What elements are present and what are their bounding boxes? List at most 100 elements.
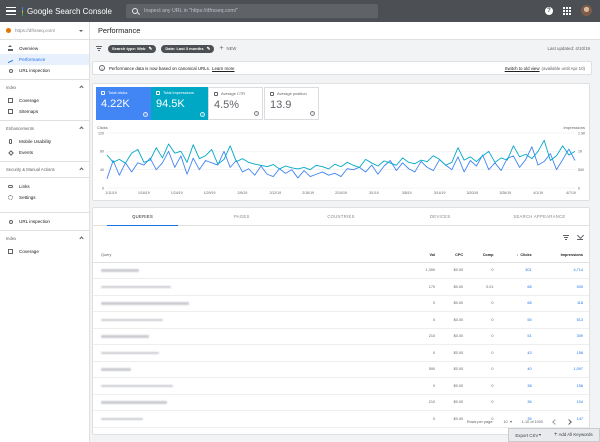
table-row[interactable]: 0 $0.00 0 55 513 [93,311,589,329]
date-range-chip[interactable]: Date: Last 3 months ✎ [161,44,215,53]
sidebar-item-events[interactable]: Events [0,147,89,158]
column-header-clicks[interactable]: ↓ Clicks [499,248,538,263]
performance-chart[interactable]: Clicks Impressions 120 1.5K80 1K40 5000 01/1… [93,124,589,200]
sidebar-item-url-inspection-2[interactable]: URL inspection [0,216,89,227]
filter-rows-icon[interactable] [563,235,569,240]
table-row[interactable]: 590 $0.00 0 40 1,097 [93,361,589,378]
avatar[interactable] [581,5,592,16]
sidebar-item-overview[interactable]: Overview [0,43,89,54]
chevron-up-icon [79,126,84,131]
section-label: Index [6,236,17,241]
column-header-impressions[interactable]: Impressions [537,248,589,263]
query-cell [93,311,413,329]
chevron-up-icon [79,236,84,241]
checkbox-icon [270,91,274,96]
sitemap-icon [8,109,13,114]
sort-arrow-icon: ↓ [516,252,519,257]
clicks-cell: 36 [499,394,538,411]
metric-total-impressions[interactable]: Total impressions 94.5K ? [151,87,208,120]
url-inspect-search[interactable] [126,4,378,18]
sidebar-item-coverage[interactable]: Coverage [0,95,89,106]
brand[interactable]: Google Search Console [22,6,112,16]
column-header-vol[interactable]: Vol [413,248,442,263]
sidebar-item-coverage-2[interactable]: Coverage [0,246,89,257]
table-row[interactable]: 210 $0.00 0 36 104 [93,394,589,411]
learn-more-link[interactable]: Learn more [212,66,234,71]
redacted-query-text [101,302,189,305]
help-icon[interactable]: ? [545,6,553,15]
search-type-chip[interactable]: Search type: Web ✎ [108,44,157,53]
table-row[interactable]: 0 $0.00 0 43 156 [93,344,589,362]
table-row[interactable]: 1,300 $0.00 0 301 4,714 [93,262,589,279]
sidebar-section-index-2[interactable]: Index [0,230,89,246]
gear-icon [8,195,13,200]
sidebar-item-sitemaps[interactable]: Sitemaps [0,106,89,117]
search-input[interactable] [144,8,364,14]
dimension-tabs: QUERIES PAGES COUNTRIES DEVICES SEARCH A… [93,208,589,226]
performance-card: Total clicks 4.22K ? Total impressions 9… [92,83,590,201]
column-header-query[interactable]: Query [93,248,413,263]
sidebar-item-settings[interactable]: Settings [0,192,89,203]
info-icon: i [99,65,105,71]
tab-queries[interactable]: QUERIES [93,208,192,226]
edit-icon: ✎ [206,45,211,51]
metric-average-ctr[interactable]: Average CTR 4.5% ? [208,87,263,120]
sidebar-item-mobile-usability[interactable]: Mobile Usability [0,136,89,147]
sidebar-item-links[interactable]: Links [0,181,89,192]
redacted-query-text [101,368,131,371]
tab-search-appearance[interactable]: SEARCH APPEARANCE [490,208,589,225]
table-row[interactable]: 0 $0.00 0 35 147 [93,410,589,428]
link-icon [8,184,13,189]
sidebar-section-enhancements[interactable]: Enhancements [0,120,89,136]
metric-total-clicks[interactable]: Total clicks 4.22K ? [96,87,151,120]
help-icon[interactable]: ? [254,111,259,116]
rows-per-page-select[interactable]: 10 [503,420,512,424]
tab-pages[interactable]: PAGES [192,208,291,225]
tab-devices[interactable]: DEVICES [391,208,490,225]
new-filter-button[interactable]: + NEW [219,45,236,52]
column-header-cpc[interactable]: CPC [441,248,470,263]
left-axis-label: Clicks [97,125,108,130]
property-selector[interactable]: https://dfrsseq.com/ [0,22,89,40]
old-view-availability: (available until Apr 10) [541,65,585,71]
x-tick-label: 2/16/19 [302,191,314,195]
chevron-up-icon [79,85,84,90]
edit-icon: ✎ [148,45,153,51]
prev-page-icon[interactable] [552,419,558,425]
table-row[interactable]: 170 $0.00 0.01 68 539 [93,278,589,296]
query-cell [93,328,413,345]
sidebar-item-url-inspection[interactable]: URL inspection [0,65,89,76]
comp-cell: 0 [469,295,500,312]
export-csv-button[interactable]: Export CSV [515,433,542,438]
series-line-impressions[interactable] [106,139,576,171]
table-body: 1,300 $0.00 0 301 4,714 170 $0.00 0.01 68 539 0 $0.… [93,262,589,428]
table-row[interactable]: 0 $0.00 0 68 118 [93,295,589,312]
x-tick-label: 3/14/19 [434,191,446,195]
left-tick-label: 80 [100,150,104,154]
column-header-comp[interactable]: Comp [469,248,500,263]
tab-countries[interactable]: COUNTRIES [291,208,390,225]
sidebar-item-performance[interactable]: Performance [0,54,89,65]
sidebar-section-index[interactable]: Index [0,79,89,95]
table-row[interactable]: 0 $0.00 0 38 156 [93,377,589,395]
checkbox-icon [101,90,105,95]
impressions-cell: 1,097 [537,361,589,378]
filter-icon[interactable] [96,46,102,51]
sidebar-section-security[interactable]: Security & Manual Actions [0,161,89,177]
rows-per-page-value: 10 [503,420,508,424]
menu-icon[interactable] [6,7,16,15]
metric-average-position[interactable]: Average position 13.9 ? [264,87,319,120]
apps-grid-icon[interactable] [563,6,571,15]
add-all-keywords-button[interactable]: +Add All Keywords [554,432,593,438]
query-cell [93,377,413,395]
app-title: Google Search Console [27,6,112,16]
help-icon[interactable]: ? [143,112,148,117]
next-page-icon[interactable] [566,419,572,425]
clicks-cell: 301 [499,262,538,279]
download-icon[interactable] [577,233,583,240]
table-row[interactable]: 210 $0.00 0 51 309 [93,328,589,345]
switch-old-view-link[interactable]: Switch to old view [505,66,540,71]
help-icon[interactable]: ? [310,111,315,116]
help-icon[interactable]: ? [200,112,205,117]
section-label: Index [6,85,17,90]
